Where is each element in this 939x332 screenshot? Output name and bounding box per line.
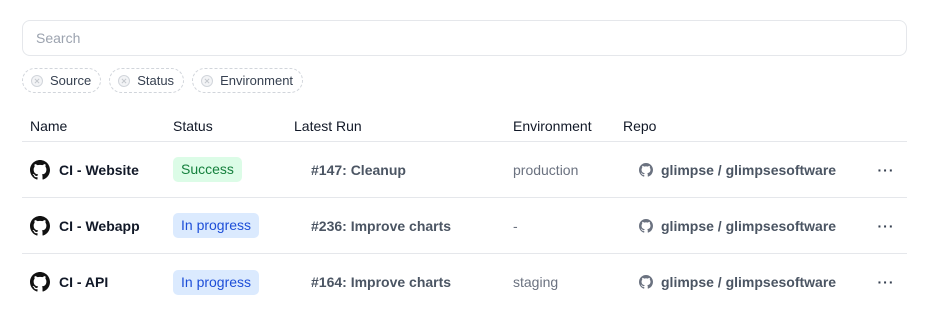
table-header: Name Status Latest Run Environment Repo (22, 110, 907, 142)
github-icon (30, 272, 50, 292)
runs-page: Source Status Environment Name Status La… (0, 0, 939, 332)
repo-label: glimpse / glimpsesoftware (661, 161, 837, 178)
repo-cell: glimpse / glimpsesoftware (639, 142, 836, 197)
header-name: Name (30, 118, 68, 134)
environment-cell: - (513, 198, 518, 253)
latest-run-link[interactable]: #164: Improve charts (311, 274, 451, 290)
table-row[interactable]: CI - API In progress #164: Improve chart… (22, 254, 907, 310)
filter-status-chip[interactable]: Status (109, 68, 185, 93)
repo-link[interactable]: glimpse / glimpsesoftware (639, 274, 836, 290)
more-actions-button[interactable]: ··· (873, 214, 899, 238)
filter-source-label: Source (50, 73, 92, 88)
filter-source-chip[interactable]: Source (22, 68, 102, 93)
status-badge: In progress (173, 269, 260, 295)
status-badge: Success (173, 157, 242, 182)
github-icon (639, 275, 653, 289)
actions-cell: ··· (873, 254, 899, 310)
filter-environment-chip[interactable]: Environment (192, 68, 304, 93)
github-icon (30, 215, 50, 236)
workflow-name: CI - API (30, 272, 108, 292)
github-icon (30, 159, 50, 180)
header-latest-run: Latest Run (294, 118, 362, 134)
filter-bar: Source Status Environment (22, 68, 304, 93)
repo-label: glimpse / glimpsesoftware (661, 217, 837, 234)
actions-cell: ··· (873, 142, 899, 197)
status-cell: In progress (173, 198, 260, 253)
search-box[interactable] (22, 20, 907, 56)
repo-link[interactable]: glimpse / glimpsesoftware (639, 162, 836, 178)
more-actions-button[interactable]: ··· (873, 158, 899, 182)
repo-cell: glimpse / glimpsesoftware (639, 198, 836, 253)
table-row[interactable]: CI - Website Success #147: Cleanup produ… (22, 142, 907, 198)
plus-circle-icon (31, 74, 43, 87)
environment-cell: staging (513, 254, 558, 310)
header-repo: Repo (623, 118, 657, 134)
repo-cell: glimpse / glimpsesoftware (639, 254, 836, 310)
workflow-name-label: CI - API (59, 274, 109, 290)
repo-label: glimpse / glimpsesoftware (661, 274, 837, 290)
status-badge: In progress (173, 213, 260, 238)
name-cell: CI - API (30, 254, 108, 310)
latest-run-cell: #164: Improve charts (311, 254, 451, 310)
workflow-name-label: CI - Website (59, 161, 139, 178)
filter-environment-label: Environment (220, 73, 294, 88)
status-cell: In progress (173, 254, 260, 310)
more-actions-button[interactable]: ··· (873, 270, 899, 294)
table-row[interactable]: CI - Webapp In progress #236: Improve ch… (22, 198, 907, 254)
environment-value: production (513, 161, 579, 178)
workflow-name: CI - Webapp (30, 215, 140, 236)
header-status: Status (173, 118, 213, 134)
plus-circle-icon (201, 74, 214, 87)
runs-table: Name Status Latest Run Environment Repo … (22, 110, 907, 310)
repo-link[interactable]: glimpse / glimpsesoftware (639, 218, 836, 234)
search-input[interactable] (36, 30, 893, 46)
workflow-name: CI - Website (30, 159, 139, 180)
plus-circle-icon (118, 74, 131, 87)
filter-status-label: Status (137, 73, 175, 88)
status-cell: Success (173, 142, 242, 197)
name-cell: CI - Webapp (30, 198, 140, 253)
header-environment: Environment (513, 118, 592, 134)
latest-run-cell: #236: Improve charts (311, 198, 451, 253)
environment-value: - (513, 217, 518, 234)
name-cell: CI - Website (30, 142, 139, 197)
github-icon (639, 162, 653, 177)
actions-cell: ··· (873, 198, 899, 253)
workflow-name-label: CI - Webapp (59, 217, 140, 234)
latest-run-cell: #147: Cleanup (311, 142, 406, 197)
environment-cell: production (513, 142, 578, 197)
latest-run-link[interactable]: #147: Cleanup (311, 162, 406, 178)
environment-value: staging (513, 274, 559, 290)
github-icon (639, 218, 653, 233)
latest-run-link[interactable]: #236: Improve charts (311, 218, 451, 234)
